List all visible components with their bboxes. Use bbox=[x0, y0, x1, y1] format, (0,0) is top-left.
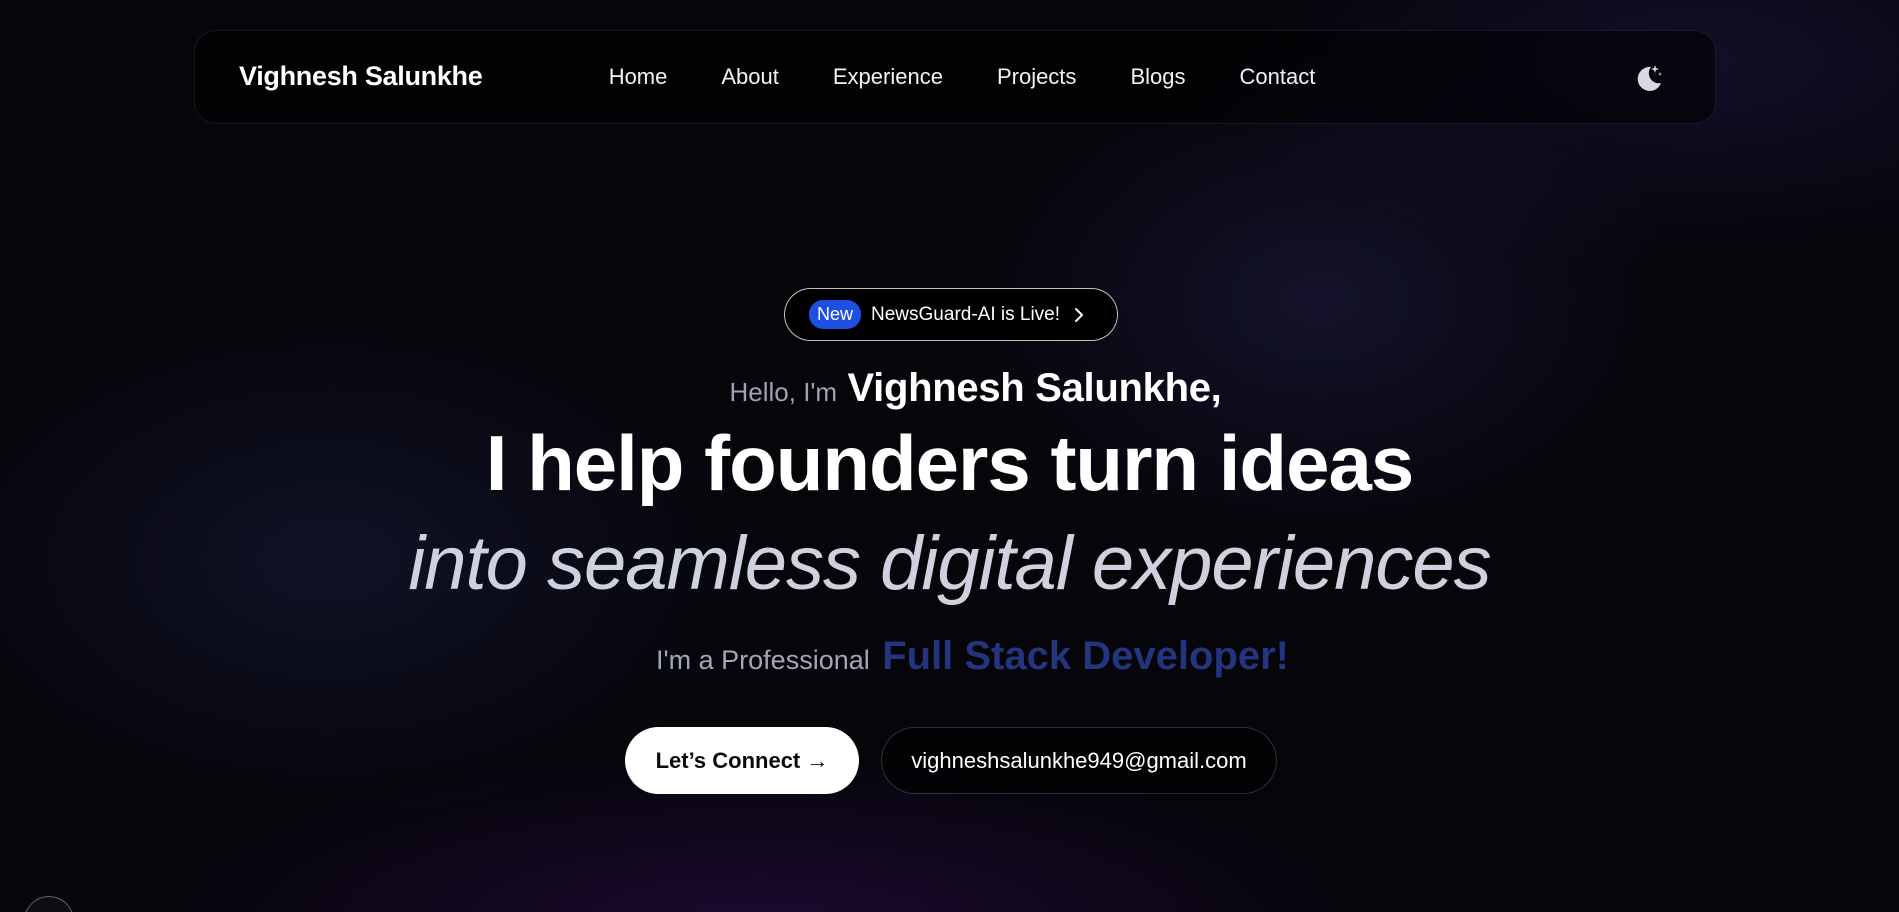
hero-headline: I help founders turn ideas bbox=[485, 419, 1414, 507]
floating-action-button[interactable] bbox=[24, 896, 74, 912]
hero-role: I'm a Professional Full Stack Developer! bbox=[0, 634, 1899, 679]
nav-link-blogs[interactable]: Blogs bbox=[1130, 64, 1185, 90]
nav-link-contact[interactable]: Contact bbox=[1239, 64, 1315, 90]
nav-links: Home About Experience Projects Blogs Con… bbox=[195, 64, 1715, 90]
nav-link-about[interactable]: About bbox=[721, 64, 779, 90]
theme-toggle-button[interactable] bbox=[1631, 61, 1665, 95]
chevron-right-icon bbox=[1075, 307, 1084, 322]
role-prefix: I'm a Professional bbox=[656, 645, 870, 675]
announcement-pill[interactable]: New NewsGuard-AI is Live! bbox=[784, 288, 1118, 341]
moon-stars-icon bbox=[1637, 65, 1662, 91]
hero-greeting: Hello, I'm Vighnesh Salunkhe, bbox=[0, 366, 1899, 411]
role-title: Full Stack Developer! bbox=[882, 634, 1289, 678]
lets-connect-button[interactable]: Let’s Connect → bbox=[625, 727, 859, 794]
hero-name: Vighnesh Salunkhe, bbox=[847, 366, 1222, 410]
hero-subline: into seamless digital experiences bbox=[408, 521, 1491, 606]
top-navbar: Vighnesh Salunkhe Home About Experience … bbox=[194, 30, 1716, 124]
email-button[interactable]: vighneshsalunkhe949@gmail.com bbox=[881, 727, 1277, 794]
greeting-prefix: Hello, I'm bbox=[729, 377, 838, 407]
new-badge: New bbox=[809, 300, 862, 329]
announcement-text: NewsGuard-AI is Live! bbox=[871, 303, 1061, 325]
nav-link-projects[interactable]: Projects bbox=[997, 64, 1076, 90]
nav-link-home[interactable]: Home bbox=[609, 64, 668, 90]
nav-link-experience[interactable]: Experience bbox=[833, 64, 943, 90]
